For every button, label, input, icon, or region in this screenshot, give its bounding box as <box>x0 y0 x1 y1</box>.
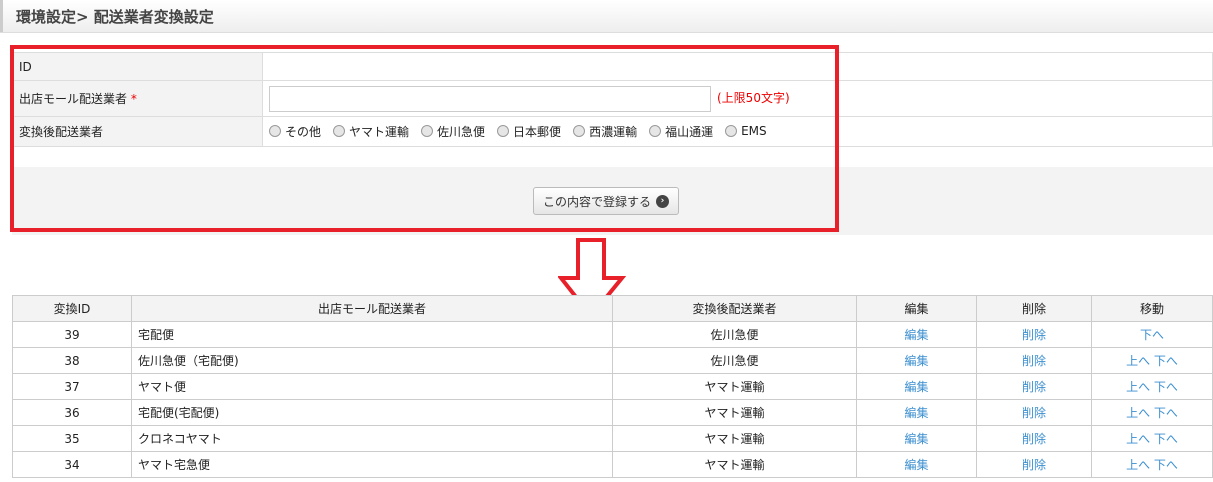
table-row: 34 ヤマト宅急便 ヤマト運輸 編集 削除 上へ 下へ <box>12 451 1213 478</box>
converted-label: 変換後配送業者 <box>12 116 263 147</box>
move-up-link[interactable]: 上へ <box>1126 380 1150 394</box>
radio-option[interactable]: ヤマト運輸 <box>333 123 409 140</box>
table-row: 36 宅配便(宅配便) ヤマト運輸 編集 削除 上へ 下へ <box>12 399 1213 426</box>
move-down-link[interactable]: 下へ <box>1154 458 1178 472</box>
radio-option[interactable]: 西濃運輸 <box>573 123 637 140</box>
move-down-link[interactable]: 下へ <box>1154 406 1178 420</box>
row-id: 39 <box>12 321 132 348</box>
row-id: 37 <box>12 373 132 400</box>
delete-link[interactable]: 削除 <box>1022 354 1046 368</box>
table-row: 38 佐川急便（宅配便) 佐川急便 編集 削除 上へ 下へ <box>12 347 1213 374</box>
radio-icon <box>573 125 586 138</box>
col-mall: 出店モール配送業者 <box>131 295 613 322</box>
row-id: 35 <box>12 425 132 452</box>
move-down-link[interactable]: 下へ <box>1154 432 1178 446</box>
row-converted-carrier: ヤマト運輸 <box>612 451 857 478</box>
required-mark: * <box>130 92 137 106</box>
row-mall-carrier: 佐川急便（宅配便) <box>131 347 613 374</box>
col-delete: 削除 <box>976 295 1092 322</box>
move-down-link[interactable]: 下へ <box>1154 354 1178 368</box>
table-row: 39 宅配便 佐川急便 編集 削除 下へ <box>12 321 1213 348</box>
radio-icon <box>333 125 346 138</box>
edit-link[interactable]: 編集 <box>904 406 928 420</box>
row-converted-carrier: ヤマト運輸 <box>612 399 857 426</box>
table-row: 37 ヤマト便 ヤマト運輸 編集 削除 上へ 下へ <box>12 373 1213 400</box>
delete-link[interactable]: 削除 <box>1022 380 1046 394</box>
row-converted-carrier: 佐川急便 <box>612 347 857 374</box>
limit-note: (上限50文字) <box>717 91 790 105</box>
edit-link[interactable]: 編集 <box>904 432 928 446</box>
move-up-link[interactable]: 上へ <box>1126 458 1150 472</box>
row-converted-carrier: ヤマト運輸 <box>612 373 857 400</box>
radio-option[interactable]: EMS <box>725 124 767 138</box>
col-edit: 編集 <box>856 295 977 322</box>
col-move: 移動 <box>1091 295 1213 322</box>
move-up-link[interactable]: 上へ <box>1126 406 1150 420</box>
table-row: 35 クロネコヤマト ヤマト運輸 編集 削除 上へ 下へ <box>12 425 1213 452</box>
carrier-input[interactable] <box>269 85 711 112</box>
row-mall-carrier: ヤマト宅急便 <box>131 451 613 478</box>
radio-icon <box>725 125 738 138</box>
radio-icon <box>269 125 281 138</box>
move-up-link[interactable]: 上へ <box>1126 354 1150 368</box>
edit-link[interactable]: 編集 <box>904 458 928 472</box>
row-id: 34 <box>12 451 132 478</box>
row-mall-carrier: ヤマト便 <box>131 373 613 400</box>
edit-link[interactable]: 編集 <box>904 380 928 394</box>
page-header: 環境設定> 配送業者変換設定 <box>0 0 1213 33</box>
radio-option[interactable]: 佐川急便 <box>421 123 485 140</box>
move-down-link[interactable]: 下へ <box>1154 380 1178 394</box>
row-converted-carrier: ヤマト運輸 <box>612 425 857 452</box>
row-mall-carrier: 宅配便(宅配便) <box>131 399 613 426</box>
delete-link[interactable]: 削除 <box>1022 328 1046 342</box>
carrier-form: ID 出店モール配送業者 * (上限50文字) 変換後配送業者 その他 ヤマト運輸… <box>12 52 1213 147</box>
row-converted-carrier: 佐川急便 <box>612 321 857 348</box>
radio-option[interactable]: 日本郵便 <box>497 123 561 140</box>
col-id: 変換ID <box>12 295 132 322</box>
row-id: 36 <box>12 399 132 426</box>
submit-button[interactable]: この内容で登録する › <box>533 187 679 215</box>
move-down-link[interactable]: 下へ <box>1140 328 1164 342</box>
edit-link[interactable]: 編集 <box>904 328 928 342</box>
row-mall-carrier: 宅配便 <box>131 321 613 348</box>
radio-icon <box>649 125 662 138</box>
carrier-label: 出店モール配送業者 * <box>12 80 263 117</box>
arrow-right-icon: › <box>656 194 669 208</box>
radio-icon <box>497 125 510 138</box>
row-mall-carrier: クロネコヤマト <box>131 425 613 452</box>
converted-radio-group: その他 ヤマト運輸 佐川急便 日本郵便 西濃運輸 福山通運 EMS <box>262 116 1213 147</box>
page-title: 環境設定> 配送業者変換設定 <box>16 8 214 26</box>
move-up-link[interactable]: 上へ <box>1126 432 1150 446</box>
delete-link[interactable]: 削除 <box>1022 432 1046 446</box>
col-converted: 変換後配送業者 <box>612 295 857 322</box>
row-id: 38 <box>12 347 132 374</box>
radio-icon <box>421 125 434 138</box>
carrier-table: 変換ID 出店モール配送業者 変換後配送業者 編集 削除 移動 39 宅配便 佐… <box>12 295 1213 478</box>
delete-link[interactable]: 削除 <box>1022 458 1046 472</box>
id-value <box>262 52 1213 81</box>
radio-option[interactable]: 福山通運 <box>649 123 713 140</box>
id-label: ID <box>12 52 263 81</box>
radio-option[interactable]: その他 <box>269 123 321 140</box>
edit-link[interactable]: 編集 <box>904 354 928 368</box>
delete-link[interactable]: 削除 <box>1022 406 1046 420</box>
